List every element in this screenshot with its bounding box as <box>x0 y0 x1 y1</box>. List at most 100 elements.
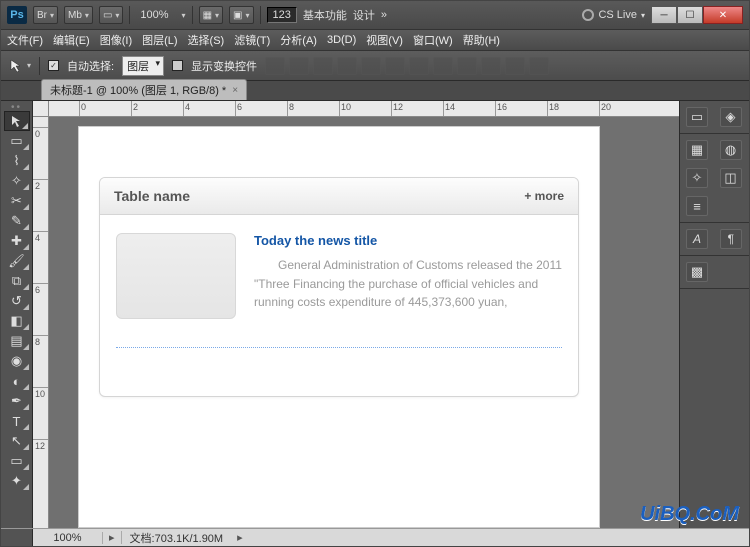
align-btn[interactable] <box>505 57 525 75</box>
news-title[interactable]: Today the news title <box>254 233 562 248</box>
screenmode2-button[interactable]: ▣ <box>229 6 253 24</box>
window-minimize[interactable]: ─ <box>651 6 677 24</box>
card-more-link[interactable]: + more <box>524 189 564 203</box>
align-btn[interactable] <box>313 57 333 75</box>
close-tab-icon[interactable]: × <box>232 85 238 96</box>
menu-select[interactable]: 选择(S) <box>188 32 225 48</box>
panel-swatches-icon[interactable]: ◍ <box>720 140 742 160</box>
cslive-icon <box>582 9 594 21</box>
app-topbar: Ps Br Mb ▭ 100% ▦ ▣ 123 基本功能 设计 » CS Liv… <box>1 1 749 29</box>
stamp-tool[interactable]: ⧉ <box>4 271 30 291</box>
status-arrow-icon[interactable]: ▸ <box>103 531 122 544</box>
workspace-design[interactable]: 设计 <box>353 7 375 23</box>
eraser-tool[interactable]: ◧ <box>4 311 30 331</box>
align-btn[interactable] <box>361 57 381 75</box>
news-body: General Administration of Customs releas… <box>254 256 562 312</box>
crop-tool[interactable]: ✂ <box>4 191 30 211</box>
eyedropper-tool[interactable]: ✎ <box>4 211 30 231</box>
menu-file[interactable]: 文件(F) <box>7 32 43 48</box>
workspace-basic[interactable]: 基本功能 <box>303 7 347 23</box>
panel-styles-icon[interactable]: ≡ <box>686 196 708 216</box>
window-close[interactable]: ✕ <box>703 6 743 24</box>
history-brush-tool[interactable]: ↺ <box>4 291 30 311</box>
align-btn[interactable] <box>481 57 501 75</box>
move-tool-indicator[interactable]: ▾ <box>9 56 31 76</box>
panel-color-icon[interactable]: ▦ <box>686 140 708 160</box>
panel-history-icon[interactable]: ▭ <box>686 107 708 127</box>
auto-select-dropdown[interactable]: 图层 <box>122 56 164 76</box>
arrange-docs-button[interactable]: ▦ <box>199 6 223 24</box>
auto-select-label: 自动选择: <box>67 58 114 74</box>
auto-select-checkbox[interactable]: ✓ <box>48 60 59 71</box>
document-tab-title: 未标题-1 @ 100% (图层 1, RGB/8) * <box>50 82 226 98</box>
card-title: Table name <box>114 188 190 204</box>
bridge-button[interactable]: Br <box>33 6 58 24</box>
toolbox-handle[interactable]: •• <box>3 103 31 111</box>
wand-tool[interactable]: ✧ <box>4 171 30 191</box>
canvas-page[interactable]: Table name + more Today the news title G… <box>79 127 599 527</box>
panel-navigator-icon[interactable]: ▩ <box>686 262 708 282</box>
lasso-tool[interactable]: ⌇ <box>4 151 30 171</box>
align-buttons <box>265 57 549 75</box>
marquee-tool[interactable]: ▭ <box>4 131 30 151</box>
zoom-display[interactable]: 100% <box>136 9 172 21</box>
card-body: Today the news title General Administrat… <box>100 215 578 347</box>
zoom-dropdown[interactable] <box>179 11 186 20</box>
pen-tool[interactable]: ✒ <box>4 391 30 411</box>
document-tab-row: 未标题-1 @ 100% (图层 1, RGB/8) * × <box>1 81 749 101</box>
align-btn[interactable] <box>529 57 549 75</box>
brush-tool[interactable]: 🖌 <box>4 251 30 271</box>
align-btn[interactable] <box>433 57 453 75</box>
menu-help[interactable]: 帮助(H) <box>463 32 500 48</box>
status-menu-icon[interactable]: ▸ <box>231 531 249 544</box>
show-transform-label: 显示变换控件 <box>191 58 257 74</box>
status-zoom[interactable]: 100% <box>33 532 103 544</box>
canvas-scroll[interactable]: Table name + more Today the news title G… <box>49 117 679 528</box>
options-bar: ▾ ✓ 自动选择: 图层 显示变换控件 <box>1 51 749 81</box>
menu-3d[interactable]: 3D(D) <box>327 34 356 46</box>
align-btn[interactable] <box>457 57 477 75</box>
move-tool[interactable] <box>4 111 30 131</box>
type-tool[interactable]: T <box>4 411 30 431</box>
path-tool[interactable]: ↖ <box>4 431 30 451</box>
panel-paragraph-icon[interactable]: ¶ <box>720 229 742 249</box>
menu-image[interactable]: 图像(I) <box>100 32 132 48</box>
extras-123[interactable]: 123 <box>267 7 297 23</box>
align-btn[interactable] <box>265 57 285 75</box>
panel-dock: ▭ ◈ ▦ ◍ ✧ ◫ ≡ A ¶ ▩ <box>679 101 749 528</box>
align-btn[interactable] <box>409 57 429 75</box>
minibridge-button[interactable]: Mb <box>64 6 93 24</box>
align-btn[interactable] <box>337 57 357 75</box>
gradient-tool[interactable]: ▤ <box>4 331 30 351</box>
menu-window[interactable]: 窗口(W) <box>413 32 453 48</box>
panel-layers-icon[interactable]: ◈ <box>720 107 742 127</box>
panel-character-icon[interactable]: A <box>686 229 708 249</box>
ruler-horizontal[interactable]: 02468101214161820 <box>49 101 679 117</box>
dodge-tool[interactable]: ◐ <box>4 371 30 391</box>
document-tab[interactable]: 未标题-1 @ 100% (图层 1, RGB/8) * × <box>41 79 247 100</box>
show-transform-checkbox[interactable] <box>172 60 183 71</box>
menu-analysis[interactable]: 分析(A) <box>280 32 317 48</box>
status-doc[interactable]: 文档:703.1K/1.90M <box>122 530 232 546</box>
status-bar: 100% ▸ 文档:703.1K/1.90M ▸ <box>1 528 749 546</box>
ruler-vertical[interactable]: 024681012 <box>33 117 49 528</box>
menu-layer[interactable]: 图层(L) <box>142 32 177 48</box>
align-btn[interactable] <box>385 57 405 75</box>
screen-mode-button[interactable]: ▭ <box>99 6 123 24</box>
3d-tool[interactable]: ✦ <box>4 471 30 491</box>
panel-mask-icon[interactable]: ◫ <box>720 168 742 188</box>
panel-adjust-icon[interactable]: ✧ <box>686 168 708 188</box>
window-maximize[interactable]: ☐ <box>677 6 703 24</box>
workspace-more[interactable]: » <box>381 9 387 21</box>
align-btn[interactable] <box>289 57 309 75</box>
card-header: Table name + more <box>100 178 578 215</box>
cslive-button[interactable]: CS Live▾ <box>582 9 645 21</box>
menu-filter[interactable]: 滤镜(T) <box>234 32 270 48</box>
blur-tool[interactable]: ◉ <box>4 351 30 371</box>
ruler-origin[interactable] <box>33 101 49 117</box>
heal-tool[interactable]: ✚ <box>4 231 30 251</box>
menu-edit[interactable]: 编辑(E) <box>53 32 90 48</box>
ps-logo: Ps <box>7 6 27 24</box>
shape-tool[interactable]: ▭ <box>4 451 30 471</box>
menu-view[interactable]: 视图(V) <box>366 32 403 48</box>
